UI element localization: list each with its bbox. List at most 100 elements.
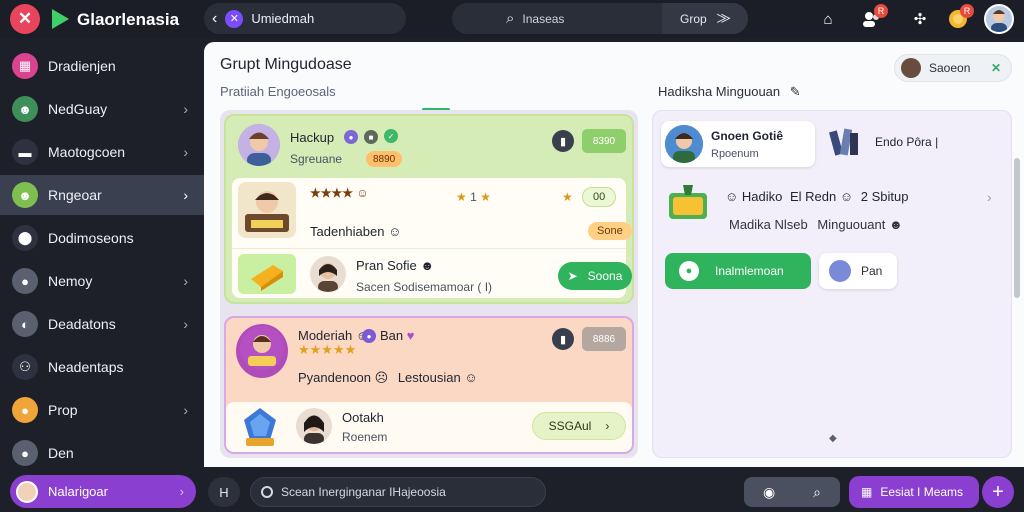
scrollbar[interactable] bbox=[1014, 158, 1020, 298]
count-chip: 00 bbox=[582, 187, 617, 207]
group-summary-card[interactable]: Gnoen Gotiê Rpoenum bbox=[661, 121, 815, 167]
group-title: Moderiah bbox=[298, 328, 353, 343]
group-card[interactable]: Moderiah ☺ ★★★★★ ● Ban ♥ ▮ 8886 Pyandeno… bbox=[224, 316, 634, 454]
group-tag: Ban ♥ bbox=[380, 328, 414, 343]
search-icon: ⌕ bbox=[506, 10, 515, 27]
sidebar-item-2[interactable]: ▬ Maotogcoen › bbox=[0, 132, 204, 172]
group-detail-panel: Gnoen Gotiê Rpoenum Endo Pôra | ☺ Hadiko… bbox=[652, 110, 1012, 458]
close-icon[interactable]: ✕ bbox=[991, 61, 1001, 75]
sidebar-item-3[interactable]: ☻ Rngeoar › bbox=[0, 175, 204, 215]
secondary-action-button[interactable]: Pan bbox=[819, 253, 897, 289]
notification-badge: R bbox=[874, 4, 888, 18]
chat-switcher[interactable]: ‹ ✕ Umiedmah bbox=[204, 3, 406, 34]
secondary-action-label: Pan bbox=[861, 264, 883, 278]
gamepad-icon[interactable]: ✣ bbox=[908, 7, 932, 31]
avatar-icon: ☻ bbox=[12, 96, 38, 122]
primary-action-button[interactable]: ● Inalmlemoan bbox=[665, 253, 811, 289]
profile-avatar[interactable] bbox=[984, 4, 1014, 34]
gold-icon bbox=[238, 254, 296, 294]
search-scope-label: Grop bbox=[680, 11, 707, 26]
send-icon: ➤ bbox=[567, 269, 578, 283]
avatar bbox=[16, 480, 38, 503]
sidebar-item-0[interactable]: ▦ Dradienjen bbox=[0, 46, 204, 86]
row-subtitle: Sacen Sodisemamoar ( I) bbox=[356, 280, 493, 294]
avatar-icon: ☻ bbox=[12, 182, 38, 208]
primary-action-label: Inalmlemoan bbox=[715, 264, 784, 278]
tool-group: ◉ ⌕ bbox=[744, 477, 840, 507]
sidebar-item-7[interactable]: ⚇ Neadentaps bbox=[0, 347, 204, 387]
send-button[interactable]: ▦ Eesiat I Meams bbox=[849, 476, 979, 508]
sidebar-item-label: Rngeoar bbox=[48, 187, 102, 203]
app-name: Glaorlenasia bbox=[77, 10, 180, 29]
item-title: ☺ Hadiko El Redn ☺ 2 Sbitup bbox=[725, 189, 908, 204]
section-header: Hadiksha Minguouan ✎ bbox=[658, 84, 801, 100]
item-title-1: Hadiko bbox=[741, 189, 783, 204]
search-bar[interactable]: ⌕ Inaseas Grop ⨠ bbox=[452, 3, 748, 34]
format-button[interactable]: H bbox=[208, 477, 240, 507]
search-input[interactable]: Inaseas bbox=[522, 12, 564, 26]
item-subtitle-2: Minguouant bbox=[817, 217, 886, 232]
star-icon: ★ bbox=[562, 190, 573, 204]
action-button[interactable]: 8390 bbox=[582, 129, 626, 153]
member-panel: Ootakh Roenem SSGAul › bbox=[226, 402, 632, 452]
sidebar-item-5[interactable]: ● Nemoy › bbox=[0, 261, 204, 301]
member-avatar bbox=[238, 182, 296, 238]
status-chip: Sone bbox=[588, 222, 632, 240]
message-placeholder: Scean Inerginganar IHajeoosia bbox=[281, 485, 446, 499]
search-icon[interactable]: ⌕ bbox=[813, 484, 821, 501]
action-button[interactable]: 8886 bbox=[582, 327, 626, 351]
sidebar-item-9[interactable]: ● Den bbox=[0, 433, 204, 473]
back-icon[interactable]: ‹ bbox=[212, 10, 217, 28]
row-title: Pyandenoon ☹ Lestousian ☺ bbox=[298, 370, 478, 386]
info-icon: ● bbox=[362, 329, 376, 343]
briefcase-icon: ▬ bbox=[12, 139, 38, 165]
join-button[interactable]: SSGAul › bbox=[532, 412, 626, 440]
record-icon[interactable]: ◉ bbox=[763, 484, 775, 501]
page-title: Grupt Mingudoase bbox=[220, 56, 352, 73]
add-icon[interactable]: + bbox=[982, 476, 1014, 508]
lock-icon[interactable]: ▮ bbox=[552, 328, 574, 350]
user-switcher[interactable]: Nalarigoar › bbox=[10, 475, 196, 508]
sidebar-item-8[interactable]: ● Prop › bbox=[0, 390, 204, 430]
chevron-right-icon[interactable]: › bbox=[987, 189, 992, 205]
join-button[interactable]: ➤ Soona bbox=[558, 262, 632, 290]
session-label: Saoeon bbox=[929, 61, 971, 75]
search-scope-dropdown[interactable]: Grop ⨠ bbox=[662, 3, 748, 34]
edit-icon[interactable]: ✎ bbox=[790, 84, 801, 99]
sidebar-item-6[interactable]: ◐ Deadatons › bbox=[0, 304, 204, 344]
heart-icon: ♥ bbox=[406, 328, 415, 343]
people-icon[interactable]: R bbox=[860, 4, 888, 31]
trophy-icon[interactable]: R bbox=[946, 4, 974, 31]
sidebar-item-label: Prop bbox=[48, 402, 78, 418]
grid-icon: ▦ bbox=[12, 53, 38, 79]
lock-icon[interactable]: ▮ bbox=[552, 130, 574, 152]
pin-icon: ⬤ bbox=[12, 225, 38, 251]
row-subtitle: Sgreuane bbox=[290, 152, 343, 166]
avatar bbox=[296, 408, 332, 444]
session-avatar bbox=[901, 58, 921, 78]
calendar-icon: ▦ bbox=[861, 485, 873, 499]
emoji-icon: ☺ bbox=[464, 370, 478, 385]
send-label: Eesiat I Meams bbox=[880, 485, 964, 499]
session-chip[interactable]: Saoeon ✕ bbox=[894, 54, 1012, 82]
chat-avatar-icon: ✕ bbox=[225, 9, 244, 28]
group-subtitle: Rpoenum bbox=[711, 148, 759, 160]
expand-icon[interactable]: ◆ bbox=[829, 433, 837, 444]
join-button-label: SSGAul bbox=[548, 419, 592, 433]
sidebar-item-1[interactable]: ☻ NedGuay › bbox=[0, 89, 204, 129]
message-input[interactable]: Scean Inerginganar IHajeoosia bbox=[250, 477, 546, 507]
member-title: Tadenhiaben bbox=[310, 224, 385, 239]
home-icon[interactable]: ⌂ bbox=[816, 7, 840, 31]
books-icon bbox=[827, 125, 865, 159]
notification-badge: R bbox=[960, 4, 974, 18]
sidebar-item-label: Nemoy bbox=[48, 273, 93, 289]
close-app-icon[interactable]: ✕ bbox=[10, 4, 40, 34]
chevron-right-icon: › bbox=[179, 484, 184, 499]
row-title: Ootakh bbox=[342, 410, 384, 425]
item-title-3: 2 Sbitup bbox=[860, 189, 909, 204]
group-card[interactable]: Hackup ● ■ ✓ Sgreuane 8890 ▮ 8390 ★★★★ ☺… bbox=[224, 114, 634, 304]
emoji-icon: ☻ bbox=[420, 258, 435, 273]
sidebar-item-label: Deadatons bbox=[48, 316, 116, 332]
sidebar-item-4[interactable]: ⬤ Dodimoseons bbox=[0, 218, 204, 258]
tag-icon: ■ bbox=[364, 130, 378, 144]
